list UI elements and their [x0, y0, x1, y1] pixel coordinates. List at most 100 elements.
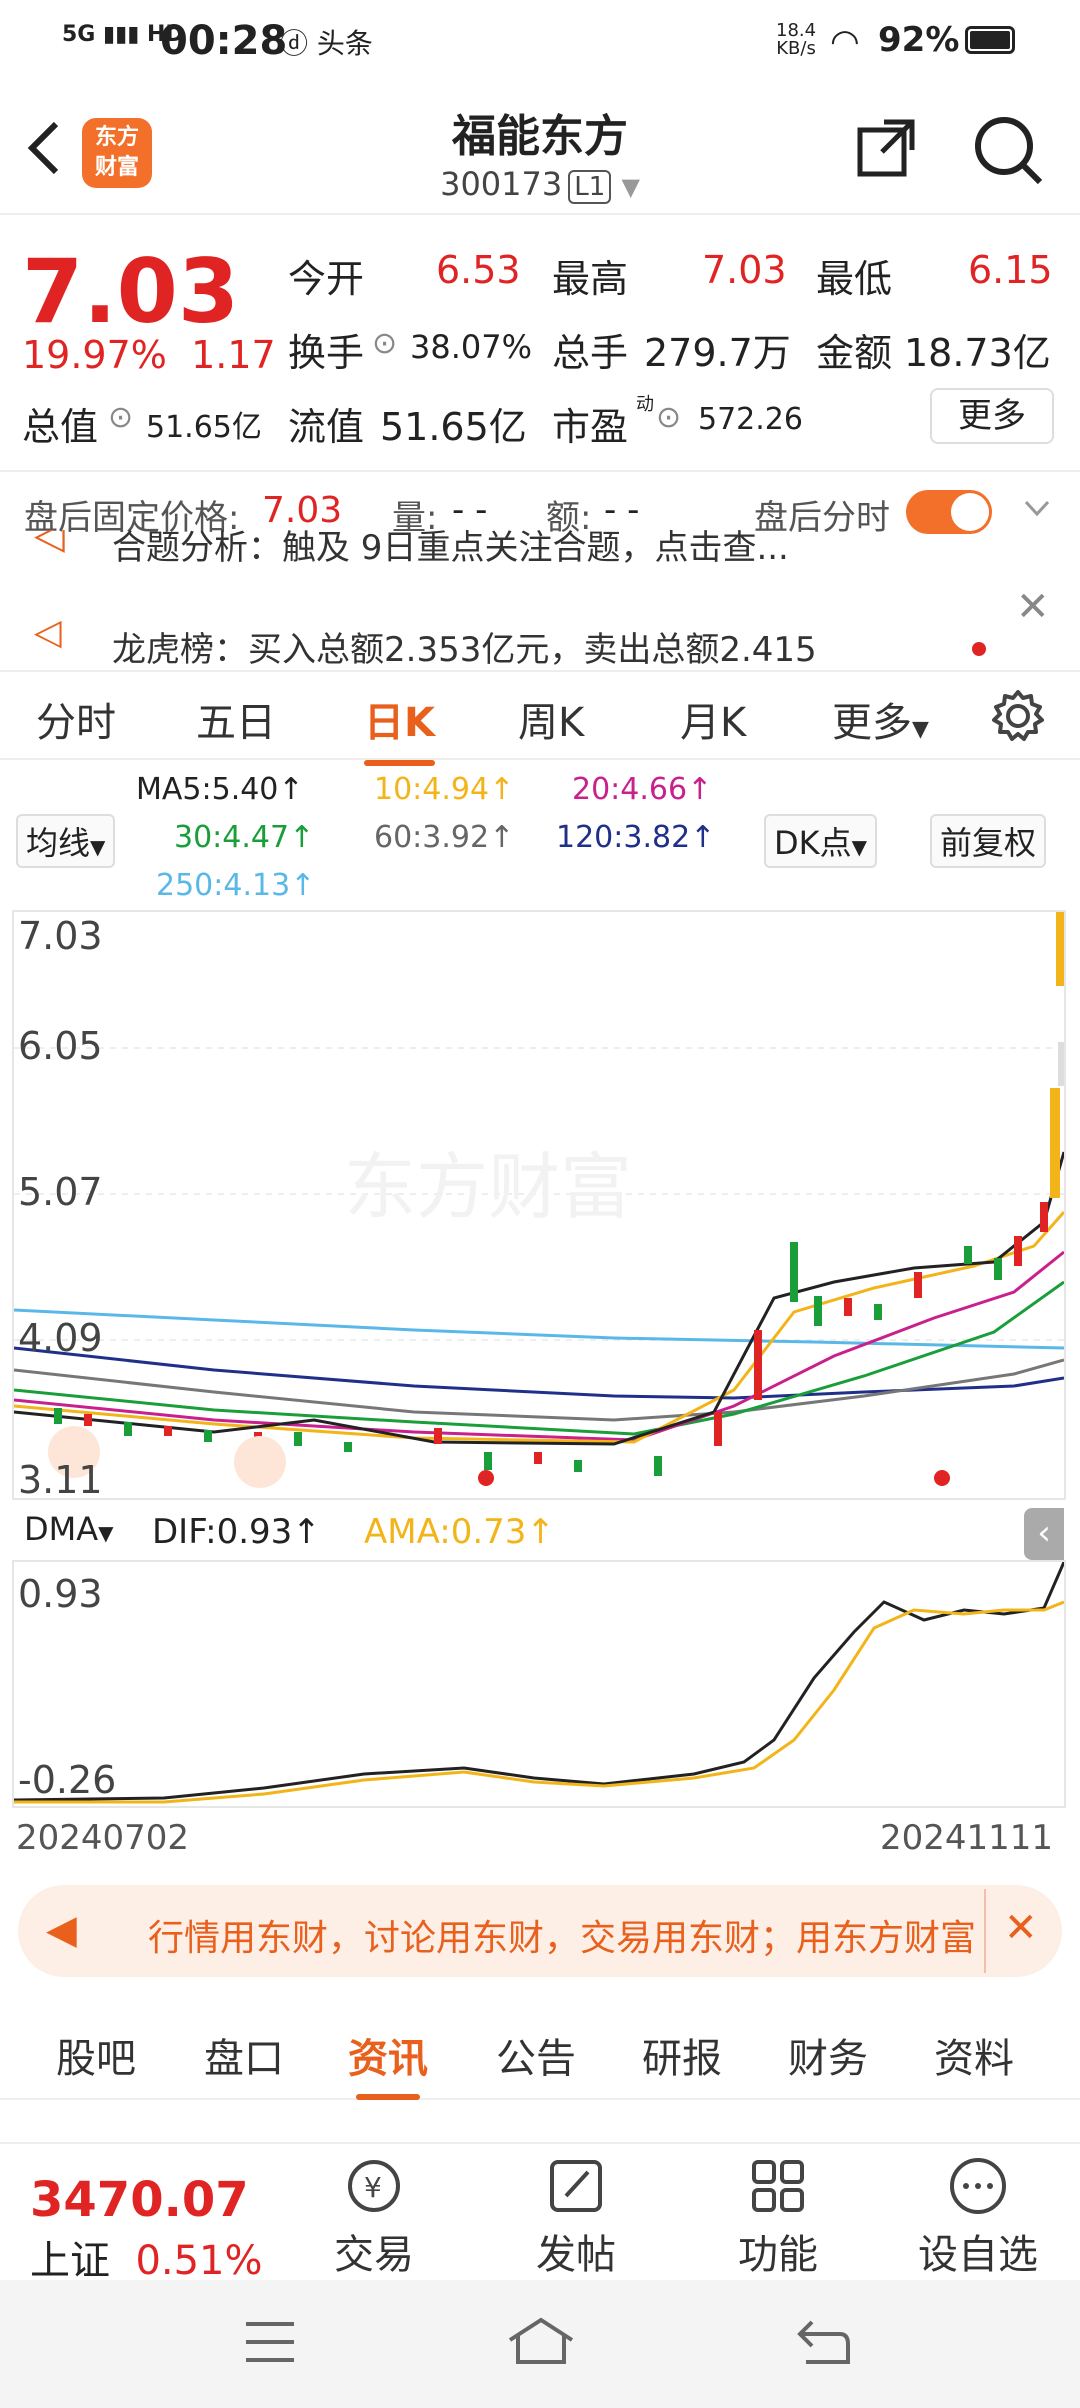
mktcap-label: 总值 — [22, 405, 99, 449]
y-axis-label: 3.11 — [18, 1458, 103, 1502]
stock-name: 福能东方 — [452, 111, 628, 162]
index-value: 3470.07 — [30, 2172, 249, 2228]
y-axis-label: 6.05 — [18, 1024, 103, 1068]
level-badge: L1 — [568, 170, 612, 204]
tab-monthly-k[interactable]: 月K — [680, 690, 746, 748]
pe-superscript: 动 — [636, 394, 654, 415]
dma-selector[interactable]: DMA▼ — [16, 1508, 122, 1550]
high-label: 最高 — [552, 257, 629, 301]
stock-code[interactable]: 300173 L1 ▼ — [340, 165, 740, 204]
tab-five-day[interactable]: 五日 — [196, 690, 276, 748]
chevron-down-icon[interactable] — [1022, 494, 1052, 528]
add-watchlist-button[interactable]: 设自选 — [908, 2154, 1048, 2280]
kline-svg: 东方财富 — [13, 912, 1066, 1488]
gear-icon[interactable] — [990, 688, 1046, 748]
tab-research[interactable]: 研报 — [642, 2026, 722, 2084]
kline-chart[interactable]: 东方财富 7.03 6.05 5.07 4.09 3.11 — [12, 910, 1066, 1502]
ma250-label: 250:4.13↑ — [156, 868, 316, 903]
dk-point-button[interactable]: DK点▼ — [764, 814, 878, 868]
tab-weekly-k[interactable]: 周K — [518, 690, 584, 748]
unread-dot — [972, 642, 986, 656]
divider — [984, 1889, 986, 1973]
low-value: 6.15 — [968, 248, 1053, 292]
ma120-label: 120:3.82↑ — [556, 820, 716, 855]
tab-forum[interactable]: 股吧 — [56, 2026, 136, 2084]
tab-news[interactable]: 资讯 — [348, 2026, 428, 2100]
more-button[interactable]: 更多 — [930, 388, 1054, 444]
pe-label: 市盈 — [552, 405, 629, 449]
turnover-value: 38.07% — [410, 328, 533, 366]
clock: 00:28 — [160, 18, 288, 64]
tab-orderbook[interactable]: 盘口 — [204, 2026, 284, 2084]
index-change: 0.51% — [135, 2238, 263, 2284]
post-button[interactable]: 发帖 — [506, 2154, 646, 2280]
status-bar: 5G ▮▮▮ HD 00:28 ⓓ 头条 18.4 KB/s ◠ 92% — [0, 0, 1080, 80]
y-axis-label: 7.03 — [18, 914, 103, 958]
after-hours-toggle[interactable] — [906, 490, 992, 534]
dif-label: DIF:0.93↑ — [152, 1512, 321, 1552]
trade-icon: ¥ — [348, 2160, 400, 2212]
collapse-panel-button[interactable]: ‹ — [1024, 1508, 1064, 1560]
app-notification-icon: ⓓ 头条 — [280, 27, 373, 60]
svg-text:¥: ¥ — [364, 2171, 382, 2204]
pe-value: 572.26 — [698, 402, 803, 437]
date-start: 20240702 — [16, 1818, 190, 1858]
ma30-label: 30:4.47↑ — [174, 820, 315, 855]
function-button[interactable]: 功能 — [708, 2154, 848, 2280]
tab-financials[interactable]: 财务 — [788, 2026, 868, 2084]
price-change: 19.97% 1.17 — [22, 333, 276, 377]
wifi-icon: ◠ — [830, 22, 860, 62]
tab-intraday[interactable]: 分时 — [36, 690, 116, 748]
tab-announcements[interactable]: 公告 — [496, 2026, 576, 2084]
back-nav-icon[interactable] — [796, 2318, 852, 2370]
app-logo: 东方 财富 — [82, 118, 152, 188]
news-item[interactable]: ◁ 合题分析：触及 9日重点关注合题，点击查... — [0, 530, 1080, 570]
battery-icon — [965, 26, 1015, 54]
ma20-label: 20:4.66↑ — [572, 772, 713, 807]
battery-level: 92% — [878, 20, 960, 60]
close-icon[interactable]: ✕ — [1016, 584, 1050, 630]
dma-svg — [13, 1561, 1066, 1804]
amount-value: 18.73亿 — [904, 331, 1051, 375]
dma-chart[interactable]: 0.93 -0.26 — [12, 1560, 1066, 1808]
float-value: 51.65亿 — [380, 405, 527, 449]
network-speed: 18.4 KB/s — [776, 20, 817, 59]
ma60-label: 60:3.92↑ — [374, 820, 515, 855]
promo-banner[interactable]: ◀ 行情用东财，讨论用东财，交易用东财；用东方财富 ✕ — [18, 1885, 1062, 1977]
dma-y-label: -0.26 — [18, 1758, 117, 1802]
ma-selector[interactable]: 均线▼ — [16, 814, 116, 868]
back-icon[interactable] — [24, 118, 64, 188]
y-axis-label: 4.09 — [18, 1316, 103, 1360]
info-icon[interactable]: ⊙ — [656, 400, 681, 435]
info-icon[interactable]: ⊙ — [108, 400, 133, 435]
grid-icon — [752, 2160, 804, 2212]
chevron-down-icon: ▼ — [621, 173, 640, 201]
trade-button[interactable]: ¥ 交易 — [304, 2154, 444, 2280]
index-widget[interactable]: 3470.07 上证 0.51% — [30, 2172, 263, 2286]
high-value: 7.03 — [702, 248, 787, 292]
search-icon[interactable] — [972, 114, 1044, 190]
open-label: 今开 — [288, 257, 365, 301]
after-hours-price: 7.03 — [262, 490, 343, 531]
divider — [0, 470, 1080, 472]
float-label: 流值 — [288, 405, 365, 449]
tab-more[interactable]: 更多▼ — [832, 690, 929, 748]
after-hours-vol: - - — [452, 490, 488, 530]
tab-daily-k[interactable]: 日K — [364, 690, 435, 766]
date-end: 20241111 — [880, 1818, 1054, 1858]
menu-icon[interactable] — [244, 2320, 296, 2368]
tab-profile[interactable]: 资料 — [934, 2026, 1014, 2084]
info-icon[interactable]: ⊙ — [372, 326, 397, 361]
info-tabs: 股吧 盘口 资讯 公告 研报 财务 资料 — [0, 2000, 1080, 2100]
megaphone-icon: ◀ — [46, 1907, 77, 1953]
news-item[interactable]: ◁ 龙虎榜：买入总额2.353亿元，卖出总额2.415 — [0, 600, 1080, 670]
amount-label: 金额 — [816, 331, 893, 375]
ma10-label: 10:4.94↑ — [374, 772, 515, 807]
share-icon[interactable] — [854, 116, 918, 184]
adjust-price-button[interactable]: 前复权 — [930, 814, 1047, 868]
close-icon[interactable]: ✕ — [1004, 1905, 1038, 1951]
kline-tabs: 分时 五日 日K 周K 月K 更多▼ — [0, 670, 1080, 766]
home-icon[interactable] — [506, 2316, 576, 2370]
y-axis-label: 5.07 — [18, 1170, 103, 1214]
edit-icon — [550, 2160, 602, 2212]
